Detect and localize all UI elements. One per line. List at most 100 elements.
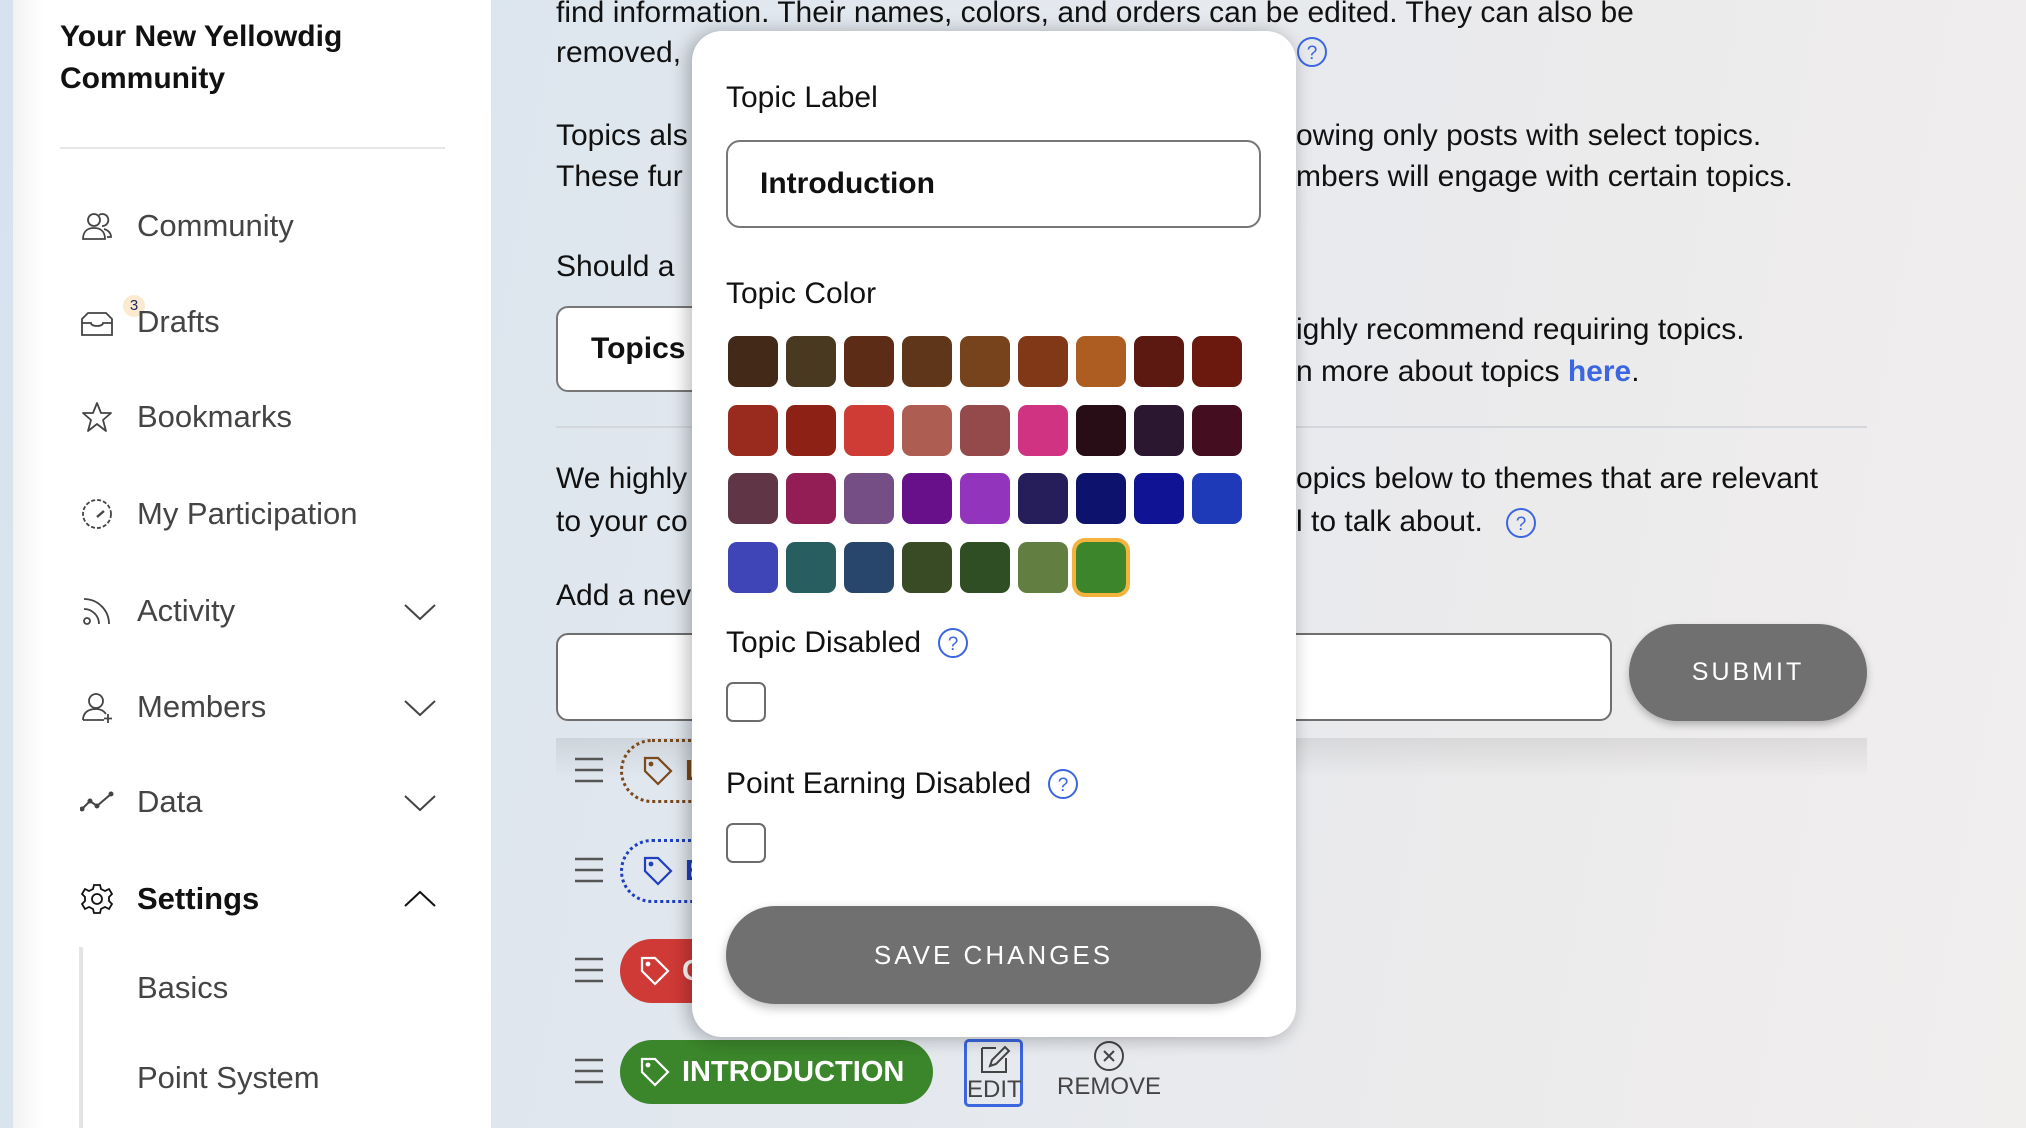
color-swatch[interactable] (1192, 404, 1242, 456)
sidebar-item-community[interactable]: Community (60, 201, 460, 251)
theme-text-line1-left: We highly (556, 462, 688, 495)
color-swatch[interactable] (1018, 541, 1068, 593)
color-swatch[interactable] (902, 473, 952, 524)
drag-handle-icon[interactable] (573, 855, 605, 885)
edit-icon (980, 1045, 1010, 1073)
sidebar-item-label: Activity (137, 593, 236, 628)
sidebar-item-activity[interactable]: Activity (60, 586, 460, 636)
color-swatch[interactable] (728, 336, 778, 387)
help-icon[interactable]: ? (1296, 36, 1328, 68)
gauge-icon (80, 497, 114, 531)
sidebar-item-bookmarks[interactable]: Bookmarks (60, 392, 460, 442)
sidebar-item-drafts[interactable]: 3 Drafts (60, 295, 460, 347)
color-swatch[interactable] (844, 336, 894, 387)
color-swatch[interactable] (728, 473, 778, 524)
help-icon[interactable]: ? (1505, 507, 1537, 539)
color-swatch[interactable] (1192, 336, 1242, 387)
close-circle-icon (1094, 1041, 1124, 1071)
color-swatch[interactable] (902, 404, 952, 456)
color-swatch[interactable] (844, 404, 894, 456)
tag-icon (643, 756, 673, 786)
color-swatch[interactable] (1192, 473, 1242, 524)
chevron-down-icon[interactable] (403, 785, 437, 819)
line-chart-icon (80, 785, 114, 819)
color-swatch[interactable] (1018, 404, 1068, 456)
color-swatch[interactable] (1072, 537, 1130, 597)
period: . (1631, 355, 1640, 388)
color-swatch[interactable] (1018, 336, 1068, 387)
color-swatch[interactable] (786, 473, 836, 524)
color-swatch[interactable] (1076, 336, 1126, 387)
sidebar-item-label: Bookmarks (137, 399, 293, 434)
theme-text: l to talk about. (1296, 505, 1483, 538)
sidebar-divider (60, 147, 445, 149)
sidebar-item-label: Members (137, 689, 267, 724)
drag-handle-icon[interactable] (573, 1056, 605, 1086)
sidebar-subitem-basics[interactable]: Basics (137, 970, 228, 1006)
color-swatch[interactable] (960, 336, 1010, 387)
color-swatch[interactable] (960, 541, 1010, 593)
point-earning-disabled-checkbox[interactable] (726, 823, 766, 863)
settings-submenu-rail (79, 947, 83, 1128)
remove-label: REMOVE (1056, 1073, 1161, 1100)
color-swatch[interactable] (728, 404, 778, 456)
recommend-text-line2: n more about topics here. (1296, 351, 1640, 393)
sidebar-item-settings[interactable]: Settings (60, 874, 460, 924)
color-swatch[interactable] (902, 541, 952, 593)
edit-topic-modal: Topic Label Topic Color Topic Disabled ?… (692, 31, 1296, 1037)
topic-label-input[interactable] (726, 140, 1261, 228)
tag-icon (640, 1057, 670, 1087)
community-title: Your New Yellowdig Community (60, 20, 343, 95)
color-swatch[interactable] (960, 404, 1010, 456)
topic-color-heading: Topic Color (726, 277, 877, 310)
edit-topic-button[interactable]: EDIT (964, 1039, 1023, 1107)
color-swatch[interactable] (844, 541, 894, 593)
theme-text-line1-right: opics below to themes that are relevant (1296, 462, 1818, 495)
intro-text-line2: removed, (556, 36, 682, 69)
svg-text:?: ? (1058, 775, 1069, 796)
sidebar-item-label: Drafts (137, 304, 220, 339)
chevron-down-icon[interactable] (403, 594, 437, 628)
color-swatch[interactable] (728, 541, 778, 593)
color-swatch[interactable] (1134, 473, 1184, 524)
learn-more-link[interactable]: here (1568, 355, 1631, 388)
edit-label: EDIT (967, 1076, 1022, 1103)
color-swatch[interactable] (786, 336, 836, 387)
color-swatch[interactable] (1076, 473, 1126, 524)
sidebar-subitem-point-system[interactable]: Point System (137, 1060, 320, 1096)
help-icon[interactable]: ? (937, 627, 969, 659)
topic-disabled-label: Topic Disabled (726, 626, 922, 659)
add-new-topic-label: Add a nev (556, 579, 692, 612)
color-swatch[interactable] (786, 541, 836, 593)
help-icon[interactable]: ? (1047, 768, 1079, 800)
tag-icon (643, 856, 673, 886)
topic-disabled-checkbox[interactable] (726, 682, 766, 722)
sidebar-item-my-participation[interactable]: My Participation (60, 489, 460, 539)
drag-handle-icon[interactable] (573, 755, 605, 785)
chevron-down-icon[interactable] (403, 690, 437, 724)
submit-button[interactable]: SUBMIT (1629, 624, 1867, 721)
color-swatch[interactable] (786, 404, 836, 456)
recommend-text-line1: ighly recommend requiring topics. (1296, 313, 1745, 346)
svg-text:?: ? (1516, 514, 1527, 535)
theme-text-line2-right: l to talk about. ? (1296, 501, 1537, 543)
color-swatch[interactable] (1134, 404, 1184, 456)
color-swatch[interactable] (1134, 336, 1184, 387)
color-swatch[interactable] (1076, 404, 1126, 456)
save-changes-button[interactable]: SAVE CHANGES (726, 906, 1261, 1004)
color-swatch[interactable] (1018, 473, 1068, 524)
chevron-up-icon[interactable] (403, 882, 437, 916)
community-icon (80, 209, 114, 243)
filter-text-line2-right: mbers will engage with certain topics. (1296, 160, 1793, 193)
drag-handle-icon[interactable] (573, 955, 605, 985)
topic-chip: INTRODUCTION (620, 1040, 933, 1104)
remove-topic-button[interactable]: REMOVE (1054, 1039, 1164, 1107)
recommend-text: n more about topics (1296, 355, 1568, 388)
color-swatch[interactable] (960, 473, 1010, 524)
color-swatch[interactable] (902, 336, 952, 387)
sidebar-item-label: Data (137, 784, 203, 819)
intro-text-line1: find information. Their names, colors, a… (556, 0, 1634, 29)
sidebar-item-members[interactable]: Members (60, 682, 460, 732)
color-swatch[interactable] (844, 473, 894, 524)
sidebar-item-data[interactable]: Data (60, 777, 460, 827)
